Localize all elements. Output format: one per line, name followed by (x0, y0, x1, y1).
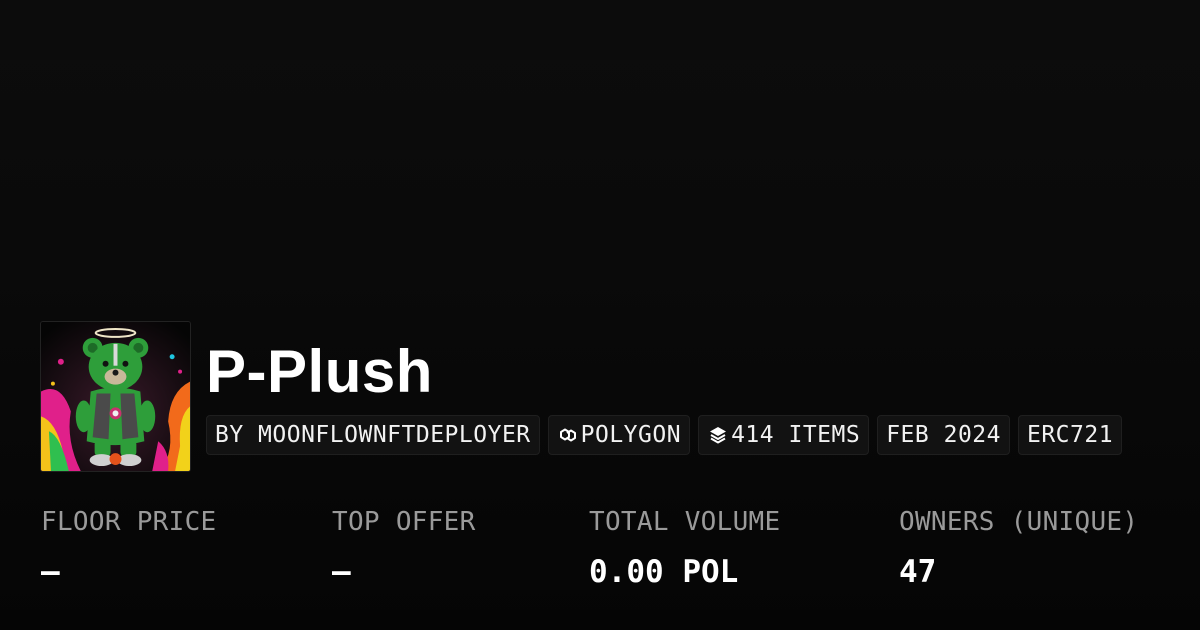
owners-value: 47 (899, 554, 937, 590)
collection-title: P-Plush (206, 338, 433, 405)
top-offer-value: — (332, 554, 351, 590)
standard-label: ERC721 (1026, 422, 1114, 448)
creator-label: BY MOONFLOWNFTDEPLOYER (215, 422, 531, 448)
date-chip: FEB 2024 (877, 415, 1010, 455)
chain-label: POLYGON (580, 422, 682, 448)
date-label: FEB 2024 (886, 422, 1001, 448)
owners-stat: OWNERS (UNIQUE) 47 (899, 503, 1138, 591)
items-label: 414 ITEMS (731, 422, 861, 448)
total-volume-label: TOTAL VOLUME (589, 507, 781, 537)
collection-share-card: P-Plush BY MOONFLOWNFTDEPLOYER POLYGON 4… (0, 0, 1200, 630)
collection-meta-chips: BY MOONFLOWNFTDEPLOYER POLYGON 414 ITEMS (206, 415, 1123, 455)
layers-icon (707, 424, 729, 446)
top-offer-label: TOP OFFER (332, 507, 476, 537)
top-offer-stat: TOP OFFER — (332, 503, 476, 591)
floor-price-value: — (41, 554, 60, 590)
polygon-link-icon (557, 424, 579, 446)
owners-label: OWNERS (UNIQUE) (899, 507, 1139, 537)
standard-chip: ERC721 (1017, 415, 1123, 455)
total-volume-value: 0.00 POL (589, 554, 739, 590)
total-volume-stat: TOTAL VOLUME 0.00 POL (589, 503, 780, 591)
items-chip[interactable]: 414 ITEMS (698, 415, 870, 455)
plush-bear-image (41, 322, 190, 471)
floor-price-stat: FLOOR PRICE — (41, 503, 217, 591)
floor-price-label: FLOOR PRICE (41, 507, 217, 537)
collection-avatar[interactable] (40, 321, 191, 472)
creator-chip[interactable]: BY MOONFLOWNFTDEPLOYER (206, 415, 540, 455)
chain-chip[interactable]: POLYGON (547, 415, 691, 455)
